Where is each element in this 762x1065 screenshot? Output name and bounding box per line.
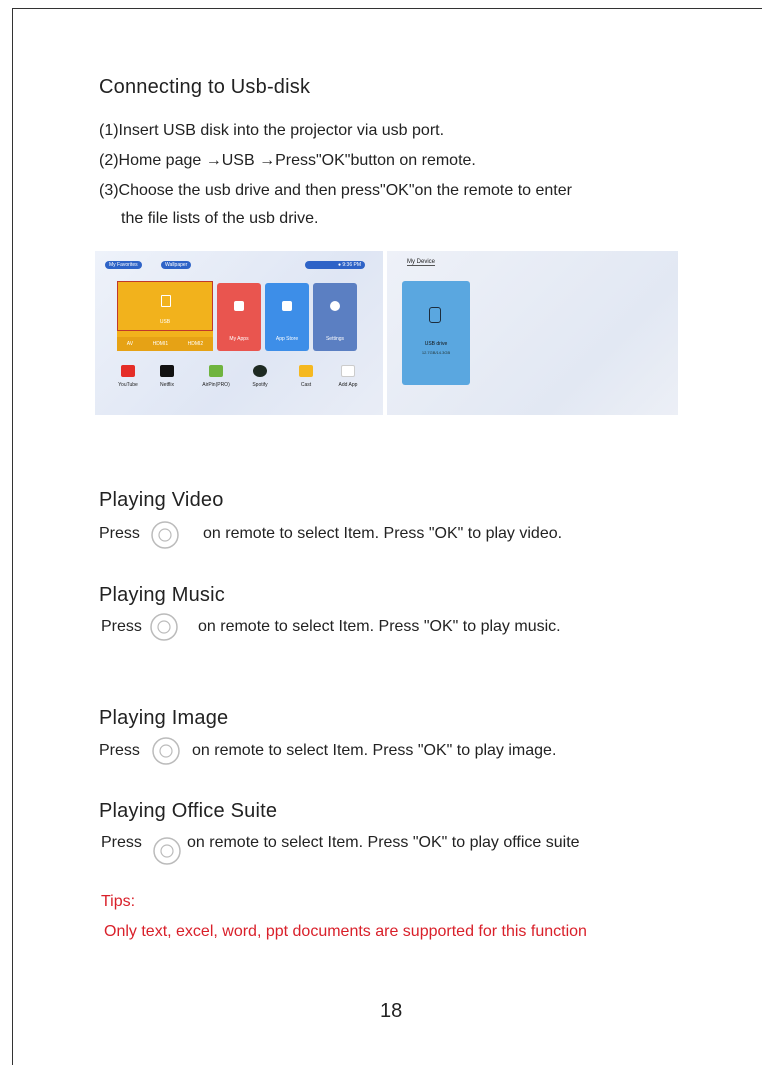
usb-drive-card: USB drive 12.7GB/14.3GB (402, 281, 470, 385)
app-spotify-label: Spotify (252, 382, 268, 388)
usb-selection-highlight (117, 281, 213, 331)
image-instruction: on remote to select Item. Press "OK" to … (192, 742, 557, 759)
usb-subtile-row: AV HDMI1 HDMI2 (117, 337, 213, 351)
app-cast: Cast (291, 365, 321, 395)
page-border-top (12, 8, 762, 9)
remote-dpad-icon (152, 737, 180, 765)
my-device-screenshot: My Device USB drive 12.7GB/14.3GB (387, 251, 678, 415)
app-spotify: Spotify (245, 365, 275, 395)
video-instruction: on remote to select Item. Press "OK" to … (203, 525, 563, 542)
usb-step-1: (1)Insert USB disk into the projector vi… (99, 122, 445, 139)
office-press: Press (101, 834, 142, 851)
youtube-icon (121, 365, 135, 377)
section-title-music: Playing Music (99, 584, 225, 606)
tips-text: Only text, excel, word, ppt documents ar… (104, 923, 587, 940)
sub-hdmi2: HDMI2 (187, 341, 204, 347)
app-airpin-label: AirPin(PRO) (202, 382, 230, 388)
wallpaper-pill: Wallpaper (161, 261, 192, 269)
my-favorites-pill: My Favorites (105, 261, 142, 269)
status-time: 9:36 PM (342, 262, 361, 268)
app-add: Add App (333, 365, 363, 395)
page-number: 18 (380, 1000, 403, 1022)
music-instruction: on remote to select Item. Press "OK" to … (198, 618, 561, 635)
app-add-label: Add App (338, 382, 358, 388)
usb-drive-name: USB drive (424, 341, 448, 347)
usb-drive-size: 12.7GB/14.3GB (421, 350, 451, 355)
app-cast-label: Cast (300, 382, 312, 388)
my-device-title: My Device (407, 259, 436, 266)
image-press: Press (99, 742, 140, 759)
video-press: Press (99, 525, 140, 542)
app-youtube: YouTube (113, 365, 143, 395)
settings-label: Settings (325, 336, 345, 342)
app-netflix-label: Netflix (160, 382, 174, 388)
section-title-video: Playing Video (99, 489, 224, 511)
usb-step-3-continued: the file lists of the usb drive. (121, 210, 319, 227)
my-apps-label: My Apps (229, 336, 249, 342)
usb-drive-icon (429, 307, 441, 323)
page-border-left (12, 8, 13, 1065)
my-apps-tile: My Apps (217, 283, 261, 351)
app-youtube-label: YouTube (118, 382, 138, 388)
section-title-usb: Connecting to Usb-disk (99, 76, 311, 98)
app-netflix: Netflix (152, 365, 182, 395)
usb-step-2: (2)Home page →USB →Press"OK"button on re… (99, 152, 476, 169)
store-icon (282, 301, 292, 311)
app-store-label: App Store (275, 336, 299, 342)
remote-dpad-icon (150, 613, 178, 641)
remote-dpad-icon (151, 521, 179, 549)
settings-tile: Settings (313, 283, 357, 351)
wifi-icon: ● (337, 262, 341, 268)
spotify-icon (253, 365, 267, 377)
section-title-image: Playing Image (99, 707, 229, 729)
app-airpin: AirPin(PRO) (201, 365, 231, 395)
airpin-icon (209, 365, 223, 377)
music-press: Press (101, 618, 142, 635)
box-icon (234, 301, 244, 311)
sub-hdmi1: HDMI1 (152, 341, 169, 347)
usb-step-3: (3)Choose the usb drive and then press"O… (99, 182, 572, 199)
office-instruction: on remote to select Item. Press "OK" to … (187, 834, 580, 851)
section-title-office: Playing Office Suite (99, 800, 278, 822)
gear-icon (330, 301, 340, 311)
cast-icon (299, 365, 313, 377)
app-store-tile: App Store (265, 283, 309, 351)
status-bar: ● 9:36 PM (305, 261, 365, 269)
sub-av: AV (126, 341, 134, 347)
plus-icon (341, 365, 355, 377)
remote-dpad-icon (153, 837, 181, 865)
netflix-icon (160, 365, 174, 377)
tips-label: Tips: (101, 893, 136, 910)
home-screen-screenshot: My Favorites Wallpaper ● 9:36 PM USB AV … (95, 251, 383, 415)
